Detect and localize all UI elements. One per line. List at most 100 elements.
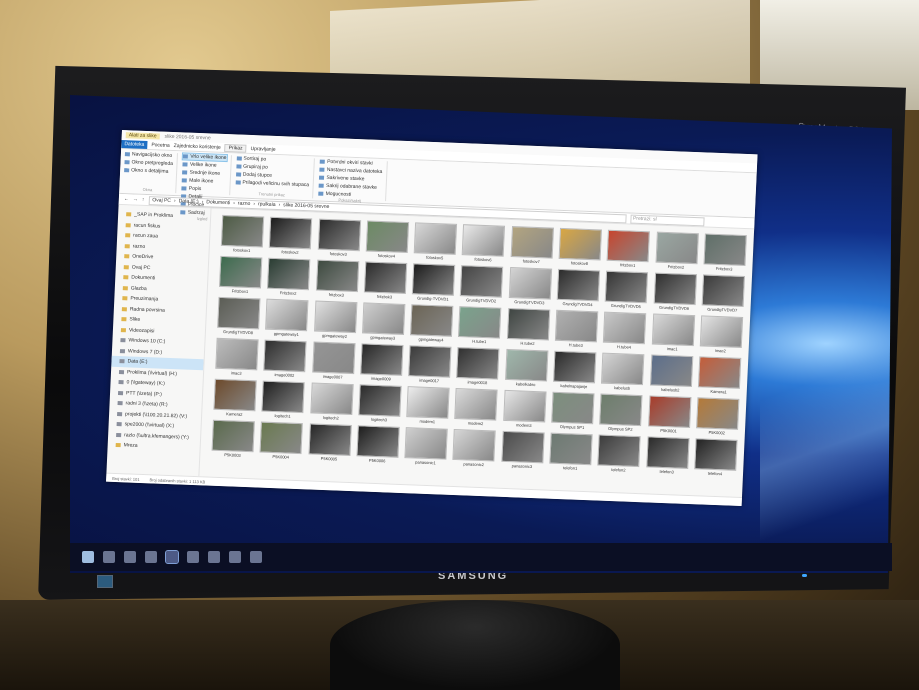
file-thumbnail[interactable]: GrundigTVDVD4	[555, 268, 601, 311]
ribbon-item[interactable]: Male ikone	[182, 177, 225, 185]
file-thumbnail[interactable]: Kamera2	[212, 378, 258, 421]
app-icon[interactable]	[187, 551, 199, 563]
ribbon-item[interactable]: Vrlo velike ikone	[182, 152, 228, 163]
picture-tools-tab[interactable]: Alati za slike	[125, 131, 160, 139]
file-thumbnail[interactable]: Olympus SP1	[550, 391, 596, 434]
tab-share[interactable]: Zajednicko koristenje	[174, 142, 221, 150]
file-thumbnail[interactable]: image0009	[359, 343, 405, 385]
ribbon-item[interactable]: Navigacijsko okno	[124, 151, 174, 159]
file-thumbnail[interactable]: GrundigTVDVD5	[603, 270, 649, 313]
file-thumbnail[interactable]: fritzbox3	[314, 259, 360, 302]
file-thumbnail[interactable]: fotoskov1	[219, 214, 265, 257]
file-thumbnail[interactable]: image0018	[455, 347, 501, 389]
search-icon[interactable]	[103, 551, 115, 563]
file-thumbnail[interactable]: GrundigTVDVD2	[459, 265, 505, 307]
file-explorer-window[interactable]: Alati za slike slike 2016-05 srevne Dato…	[106, 130, 758, 507]
file-thumbnail[interactable]: modem3	[501, 389, 547, 432]
file-thumbnail[interactable]: fotoskov8	[557, 227, 603, 270]
file-thumbnail[interactable]: kabelnapajanje	[552, 350, 598, 393]
ribbon-item[interactable]: Potvrdni okviri stavki	[320, 159, 383, 167]
file-thumbnail[interactable]: Fritzbox2	[654, 231, 700, 274]
file-thumbnail[interactable]: gpmgateway4	[409, 304, 455, 346]
file-thumbnail[interactable]: logitech1	[260, 380, 306, 423]
file-thumbnail[interactable]: panasonic1	[403, 427, 449, 469]
file-thumbnail[interactable]: image0007	[310, 341, 356, 383]
file-thumbnail[interactable]: fritzbok3	[362, 261, 408, 303]
file-thumbnail[interactable]: telefon3	[644, 436, 690, 478]
file-thumbnail[interactable]: imac2	[698, 315, 744, 357]
file-thumbnail[interactable]: Kamera1	[696, 356, 742, 398]
tab-manage[interactable]: Upravljanje	[250, 145, 275, 152]
file-thumbnail[interactable]: gpmgateway2	[312, 300, 358, 342]
taskbar[interactable]	[70, 543, 892, 571]
file-thumbnail[interactable]: GrundigTVDVD8	[216, 296, 262, 339]
file-thumbnail[interactable]: GrundigTVDVD6	[652, 272, 698, 315]
file-thumbnail[interactable]: logitech3	[357, 384, 403, 426]
file-thumbnail[interactable]: fotoskov6	[461, 224, 507, 266]
up-icon[interactable]: ↑	[142, 197, 145, 203]
tab-home[interactable]: Pocetna	[151, 142, 170, 149]
file-thumbnail[interactable]: P5K0002	[694, 397, 740, 439]
ribbon-item[interactable]: Okno pretpregleda	[124, 159, 173, 167]
file-thumbnail[interactable]: Fritzbox2	[266, 257, 312, 300]
file-thumbnail[interactable]: fotoskov7	[509, 226, 555, 268]
ribbon-item[interactable]: Velike ikone	[182, 161, 226, 169]
ribbon-item[interactable]: Okno s detaljima	[124, 167, 173, 175]
chrome-icon[interactable]	[165, 550, 179, 564]
file-thumbnail[interactable]: telefon1	[548, 432, 594, 475]
chrome-icon-2[interactable]	[250, 551, 262, 563]
ribbon-item[interactable]: Popis	[181, 185, 225, 193]
file-thumbnail[interactable]: Fritzbox1	[218, 255, 264, 298]
ribbon-item[interactable]: Srednje ikone	[182, 169, 225, 177]
file-thumbnail[interactable]: image0017	[407, 345, 453, 387]
breadcrumb-item[interactable]: rpulkaia	[258, 201, 276, 208]
file-thumbnail[interactable]: fritzbox1	[605, 229, 651, 272]
file-thumbnail[interactable]: telefon4	[693, 438, 739, 480]
file-thumbnail[interactable]: H.tube1	[457, 306, 503, 348]
file-thumbnail[interactable]: panasonic2	[451, 428, 497, 471]
excel-icon[interactable]	[229, 551, 241, 563]
breadcrumb-item[interactable]: Data (E:)	[178, 198, 198, 205]
file-thumbnail[interactable]: fotoskov2	[268, 216, 314, 259]
file-thumbnail[interactable]: logitech2	[308, 382, 354, 424]
file-thumbnail[interactable]: GrundigTVDVD3	[507, 266, 553, 309]
ribbon-item[interactable]: Sakrij odabrane stavke	[318, 183, 382, 191]
file-thumbnail[interactable]: P5K0006	[355, 425, 401, 467]
tab-file[interactable]: Datoteka	[121, 139, 148, 149]
file-thumbnail[interactable]: fotoskov5	[412, 222, 458, 264]
file-thumbnail[interactable]: H.tube3	[553, 309, 599, 352]
breadcrumb-item[interactable]: razno	[238, 201, 251, 207]
file-thumbnail[interactable]: kabelusb2	[648, 354, 694, 396]
file-thumbnail[interactable]: imac1	[650, 313, 696, 355]
file-thumbnail[interactable]: gpmgateway3	[360, 302, 406, 344]
task-view-icon[interactable]	[124, 551, 136, 563]
file-thumbnail[interactable]: telefon2	[596, 434, 642, 476]
file-thumbnail[interactable]: image0002	[262, 339, 308, 382]
file-thumbnail[interactable]: fotoskov3	[316, 218, 362, 261]
file-thumbnail[interactable]: Grundig-TVDVD1	[411, 263, 457, 305]
ribbon-item[interactable]: Sakrivene stavke	[319, 175, 382, 183]
breadcrumb-item[interactable]: Dokumenti	[206, 199, 230, 206]
file-thumbnail[interactable]: panasonic3	[500, 430, 546, 473]
ribbon-item[interactable]: Nastavci naziva datoteka	[319, 167, 382, 175]
file-thumbnail[interactable]: kabelusb	[600, 352, 646, 395]
breadcrumb-item[interactable]: Ovaj PC	[152, 197, 171, 204]
file-thumbnail[interactable]: H.tube4	[602, 311, 648, 354]
start-icon[interactable]	[82, 551, 94, 563]
file-thumbnail[interactable]: P5K0001	[646, 395, 692, 437]
back-icon[interactable]: ←	[124, 196, 129, 202]
explorer-icon[interactable]	[145, 551, 157, 563]
file-thumbnail[interactable]: kabelkabro	[503, 348, 549, 391]
file-thumbnail[interactable]: H.tube2	[505, 307, 551, 350]
file-thumbnail[interactable]: P5K0003	[210, 419, 256, 462]
forward-icon[interactable]: →	[133, 196, 138, 202]
file-thumbnail[interactable]: Olympus SP2	[598, 393, 644, 436]
file-thumbnail[interactable]: P5K0004	[258, 421, 304, 464]
file-thumbnail[interactable]: Fritzbox3	[702, 233, 748, 275]
file-thumbnail[interactable]: imac3	[214, 337, 260, 380]
file-thumbnail[interactable]: modem2	[453, 388, 499, 430]
file-thumbnail[interactable]: GrundigTVDVD7	[700, 274, 746, 316]
file-thumbnail[interactable]: P5K0005	[307, 423, 353, 465]
file-thumbnail[interactable]: gpmgateway1	[264, 298, 310, 341]
file-thumbnail[interactable]: fotoskov4	[364, 220, 410, 262]
